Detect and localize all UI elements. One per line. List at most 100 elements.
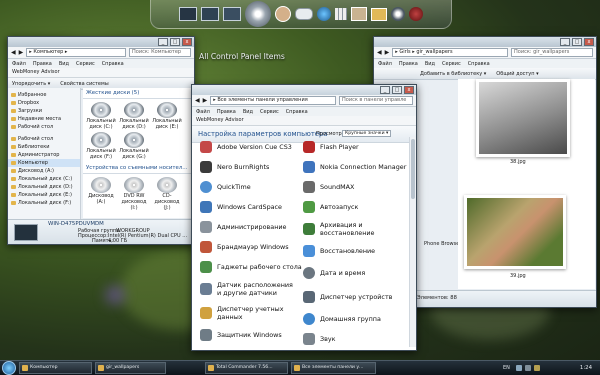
minimize-button[interactable]: _ (560, 38, 570, 46)
menu-edit[interactable]: Правка (33, 61, 52, 67)
globe-icon[interactable] (317, 7, 331, 21)
nav-item-drive-e[interactable]: Локальный диск (E:) (8, 191, 80, 199)
close-button[interactable]: x (182, 38, 192, 46)
organize-button[interactable]: Упорядочить ▾ (12, 81, 50, 87)
drive-c[interactable]: Локальный диск (C:) (86, 102, 116, 130)
nav-item-admin[interactable]: Администратор (8, 151, 80, 159)
nav-item-desktop-root[interactable]: Рабочий стол (8, 135, 80, 143)
cp-item[interactable]: Автозапуск (303, 197, 407, 217)
menu-edit[interactable]: Правка (217, 109, 236, 115)
nav-item-recent[interactable]: Недавние места (8, 115, 80, 123)
address-bar[interactable]: ▸ Girls ▸ gir_wallpapers (392, 48, 508, 57)
drive-e[interactable]: Локальный диск (E:) (152, 102, 182, 130)
cp-item[interactable]: Adobe Version Cue CS3 (200, 137, 303, 157)
menu-edit[interactable]: Правка (399, 61, 418, 67)
nav-item-drive-c[interactable]: Локальный диск (C:) (8, 175, 80, 183)
photo-thumbnail[interactable] (464, 195, 566, 269)
address-bar[interactable]: ▸ Все элементы панели управления (210, 96, 336, 105)
webmoney-label[interactable]: WebMoney Advisor (196, 117, 244, 123)
forward-icon[interactable]: ▶ (203, 97, 208, 104)
close-button[interactable]: x (584, 38, 594, 46)
view-dropdown[interactable]: Крупные значки ▾ (342, 130, 392, 137)
menu-file[interactable]: Файл (12, 61, 26, 67)
language-indicator[interactable]: EN (503, 365, 510, 371)
side-fragment[interactable]: Phone Browser (424, 241, 461, 247)
drive-g[interactable]: Локальный диск (G:) (119, 132, 149, 160)
cp-item[interactable]: Домашняя группа (303, 309, 407, 329)
nav-item-drive-a[interactable]: Дисковод (A:) (8, 167, 80, 175)
image-icon[interactable] (351, 7, 367, 21)
search-input[interactable]: Поиск: gir_wallpapers (511, 48, 593, 57)
cp-item[interactable]: Администрирование (200, 217, 303, 237)
start-button[interactable] (2, 361, 16, 375)
scrollbar[interactable] (409, 137, 416, 347)
drive-f[interactable]: Локальный диск (F:) (86, 132, 116, 160)
cp-item[interactable]: Nokia Connection Manager (303, 157, 407, 177)
tray-icon[interactable] (533, 365, 540, 371)
address-bar[interactable]: ▸ Компьютер ▸ (26, 48, 126, 57)
forward-icon[interactable]: ▶ (19, 49, 24, 56)
nav-item-drive-f[interactable]: Локальный диск (F:) (8, 199, 80, 207)
menu-help[interactable]: Справка (286, 109, 308, 115)
cp-item[interactable]: Nero BurnRights (200, 157, 303, 177)
menu-help[interactable]: Справка (468, 61, 490, 67)
cp-item[interactable]: Windows CardSpace (200, 197, 303, 217)
menu-file[interactable]: Файл (378, 61, 392, 67)
nav-item-downloads[interactable]: Загрузки (8, 107, 80, 115)
cp-item[interactable]: Восстановление (303, 241, 407, 261)
drive-j[interactable]: CD-дисковод (J:) (152, 177, 182, 211)
title-bar[interactable]: _ □ x (374, 37, 596, 47)
menu-view[interactable]: Вид (243, 109, 253, 115)
cp-item[interactable]: SoundMAX (303, 177, 407, 197)
cp-item[interactable]: Гаджеты рабочего стола (200, 257, 303, 277)
back-icon[interactable]: ◀ (195, 97, 200, 104)
drive-a[interactable]: Дисковод (A:) (86, 177, 116, 211)
cp-item[interactable]: Диспетчер устройств (303, 285, 407, 309)
back-icon[interactable]: ◀ (11, 49, 16, 56)
maximize-button[interactable]: □ (392, 86, 402, 94)
close-button[interactable]: x (404, 86, 414, 94)
search-input[interactable]: Поиск: Компьютер (129, 48, 191, 57)
monitor-icon[interactable] (223, 7, 241, 21)
search-input[interactable]: Поиск в панели управле (339, 96, 413, 105)
nav-item-dropbox[interactable]: Dropbox (8, 99, 80, 107)
cp-item[interactable]: Датчик расположения и другие датчики (200, 277, 303, 301)
maximize-button[interactable]: □ (170, 38, 180, 46)
forward-icon[interactable]: ▶ (385, 49, 390, 56)
cp-item[interactable]: Flash Player (303, 137, 407, 157)
cp-item[interactable]: Брандмауэр Windows (200, 237, 303, 257)
clock[interactable]: 1:24 (580, 365, 592, 371)
grid-icon[interactable] (335, 8, 347, 20)
cp-item[interactable]: Диспетчер учетных данных (200, 301, 303, 325)
monitor-icon[interactable] (179, 7, 197, 21)
minimize-button[interactable]: _ (158, 38, 168, 46)
taskbar-item-total-commander[interactable]: Total Commander 7.56... (205, 362, 288, 374)
title-bar[interactable]: _ □ x (192, 85, 416, 95)
user-icon[interactable] (275, 6, 291, 22)
taskbar-item-wallpapers[interactable]: gir_wallpapers (95, 362, 166, 374)
control-panel-icon[interactable] (245, 1, 271, 27)
nav-item-computer[interactable]: Компьютер (8, 159, 80, 167)
cp-item[interactable]: Звук (303, 329, 407, 349)
menu-tools[interactable]: Сервис (260, 109, 279, 115)
title-bar[interactable]: _ □ x (8, 37, 194, 47)
drive-d[interactable]: Локальный диск (D:) (119, 102, 149, 130)
scrollbar-thumb[interactable] (411, 139, 415, 199)
webmoney-label[interactable]: WebMoney Advisor (12, 69, 60, 75)
taskbar-item-computer[interactable]: Компьютер (19, 362, 92, 374)
folder-icon[interactable] (371, 7, 387, 21)
nav-item-libraries[interactable]: Библиотеки (8, 143, 80, 151)
maximize-button[interactable]: □ (572, 38, 582, 46)
menu-help[interactable]: Справка (102, 61, 124, 67)
cp-item[interactable]: Архивация и восстановление (303, 217, 407, 241)
minimize-button[interactable]: _ (380, 86, 390, 94)
music-icon[interactable] (391, 7, 405, 21)
menu-view[interactable]: Вид (59, 61, 69, 67)
add-to-library-button[interactable]: Добавить в библиотеку ▾ (420, 71, 486, 77)
nav-item-desktop[interactable]: Рабочий стол (8, 123, 80, 131)
tray-icon[interactable] (515, 365, 522, 371)
tray-icon[interactable] (524, 365, 531, 371)
back-icon[interactable]: ◀ (377, 49, 382, 56)
cp-item[interactable]: Защитник Windows (200, 325, 303, 345)
gamepad-icon[interactable] (295, 8, 313, 20)
